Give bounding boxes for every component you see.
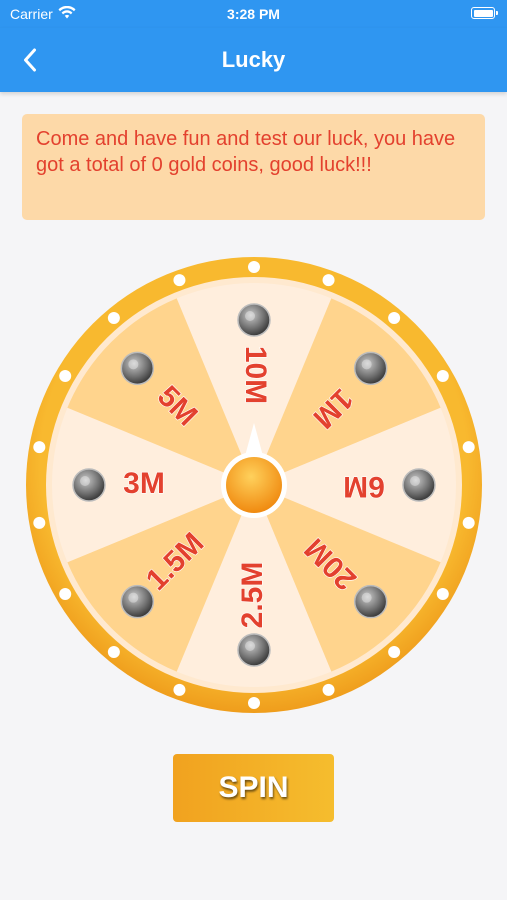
coin-highlight xyxy=(245,641,255,651)
coin-icon xyxy=(237,633,271,667)
coin-highlight xyxy=(410,476,420,486)
rim-light xyxy=(388,645,401,658)
coin-icon xyxy=(353,351,388,386)
coin-highlight xyxy=(361,359,372,370)
coin-icon xyxy=(402,468,436,502)
prize-wheel[interactable]: 10M 1M 6M 20M 2.5M 1.5M 3M 5M xyxy=(26,257,482,713)
rim-light xyxy=(322,683,335,696)
rim-light xyxy=(388,312,401,325)
coin-highlight xyxy=(128,359,139,370)
coin-icon xyxy=(120,584,155,619)
page-title: Lucky xyxy=(221,47,286,72)
prize-label: 10M xyxy=(239,346,272,404)
coin-icon xyxy=(353,584,388,619)
coin-highlight xyxy=(128,592,139,603)
coin-icon xyxy=(120,351,155,386)
battery-icon xyxy=(471,7,498,19)
rim-light xyxy=(59,370,72,382)
rim-light xyxy=(107,312,120,325)
prize-label: 2.5M xyxy=(236,562,269,629)
rim-light xyxy=(33,441,46,454)
info-banner: Come and have fun and test our luck, you… xyxy=(22,114,485,220)
rim-light xyxy=(462,516,475,529)
coin-highlight xyxy=(245,311,255,321)
prize-label: 6M xyxy=(343,470,385,503)
rim-light xyxy=(173,274,186,287)
prize-label: 3M xyxy=(123,467,165,500)
rim-light xyxy=(59,588,72,600)
rim-light xyxy=(173,683,186,696)
status-time: 3:28 PM xyxy=(227,6,280,22)
prize-wheel-graphic: 10M1M6M20M2.5M1.5M3M5M xyxy=(26,257,482,713)
rim-light xyxy=(248,697,260,709)
status-bar: Carrier 3:28 PM xyxy=(0,0,507,28)
rim-light xyxy=(248,261,260,273)
rim-light xyxy=(107,645,120,658)
rim-light xyxy=(436,588,449,600)
rim-light xyxy=(462,441,475,454)
spin-button[interactable]: SPIN xyxy=(173,754,334,822)
coin-highlight xyxy=(361,592,372,603)
coin-highlight xyxy=(80,476,90,486)
coin-icon xyxy=(72,468,106,502)
coin-icon xyxy=(237,303,271,337)
rim-light xyxy=(33,516,46,529)
rim-light xyxy=(436,370,449,382)
wheel-hub[interactable] xyxy=(226,457,282,513)
navigation-bar: Lucky xyxy=(0,28,507,92)
rim-light xyxy=(322,274,335,287)
